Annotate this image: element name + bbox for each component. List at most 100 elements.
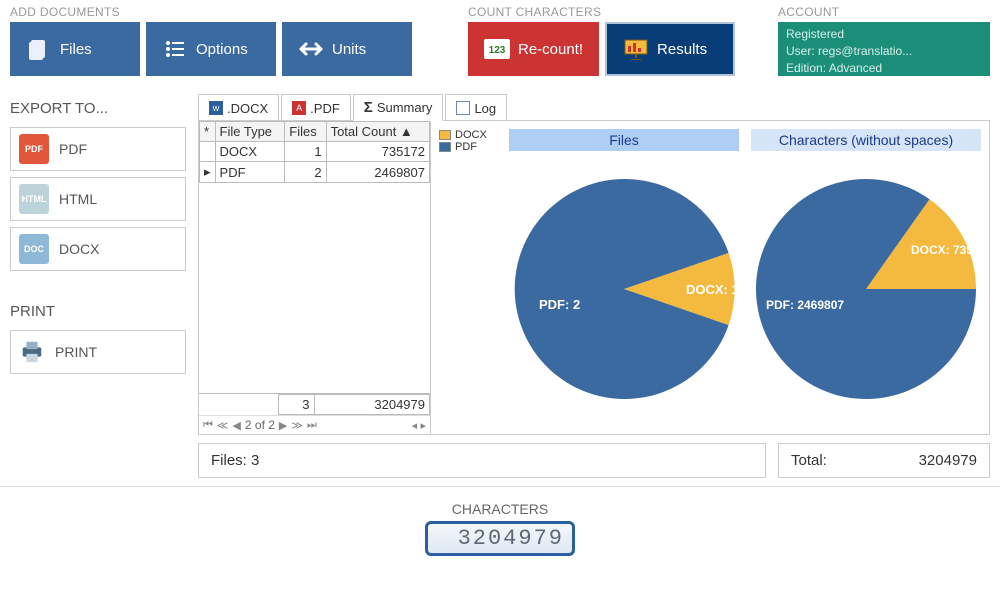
grid-navigator: ⏮ ≪ ◀ 2 of 2 ▶ ≫ ⏭ ◂ ▸ — [199, 415, 430, 434]
pdf-icon: A — [292, 101, 306, 115]
print-button[interactable]: PRINT — [10, 330, 186, 374]
counter-icon: 123 — [484, 36, 510, 62]
slice-label-pdf: PDF: 2 — [539, 297, 580, 312]
pie-files: DOCX: 1 PDF: 2 — [509, 159, 739, 426]
table-row[interactable]: ▸ PDF 2 2469807 — [200, 162, 430, 183]
row-total: 2469807 — [326, 162, 429, 183]
summary-total-label: Total: — [791, 452, 827, 469]
group-count: COUNT CHARACTERS 123 Re-count! Results — [468, 5, 778, 76]
nav-first-icon[interactable]: ⏮ — [203, 419, 213, 432]
chart-chars: Characters (without spaces) — [751, 129, 981, 159]
grid-spacer — [199, 183, 430, 394]
tab-pdf-label: .PDF — [310, 101, 340, 116]
swatch-pdf — [439, 142, 451, 152]
pdf-file-icon: PDF — [19, 134, 49, 164]
tab-log[interactable]: Log — [445, 94, 507, 121]
legend-item: PDF — [439, 141, 509, 153]
units-button[interactable]: Units — [282, 22, 412, 76]
group-label-add: ADD DOCUMENTS — [10, 5, 468, 19]
group-label-account: ACCOUNT — [778, 5, 990, 19]
units-icon — [298, 36, 324, 62]
print-heading: PRINT — [10, 303, 186, 320]
row-files: 2 — [285, 162, 326, 183]
tab-docx[interactable]: w .DOCX — [198, 94, 279, 121]
legend-pdf: PDF — [455, 141, 477, 153]
footer-files: 3 — [278, 395, 314, 415]
col-marker[interactable]: * — [200, 122, 216, 142]
row-marker: ▸ — [200, 162, 216, 183]
nav-last-icon[interactable]: ⏭ — [307, 419, 317, 432]
recount-button-label: Re-count! — [518, 41, 583, 58]
pie-chars: DOCX: 735172 PDF: 2469807 — [751, 159, 981, 426]
slice-label-pdf: PDF: 2469807 — [766, 298, 844, 312]
sigma-icon: Σ — [364, 99, 373, 116]
presentation-icon — [623, 36, 649, 62]
tab-summary[interactable]: Σ Summary — [353, 94, 444, 121]
row-files: 1 — [285, 142, 326, 162]
row-marker — [200, 142, 216, 162]
grid-footer: 3 3204979 — [199, 394, 430, 415]
nav-prev-icon[interactable]: ◀ — [232, 419, 240, 432]
chart-files: Files — [509, 129, 739, 159]
summary-total-value: 3204979 — [919, 452, 977, 469]
footer-total: 3204979 — [314, 395, 430, 415]
tabs: w .DOCX A .PDF Σ Summary Log — [198, 94, 990, 121]
grid-area: * File Type Files Total Count ▲ DOCX 1 7… — [199, 121, 431, 434]
results-button[interactable]: Results — [605, 22, 735, 76]
nav-scroll-right-icon[interactable]: ▸ — [420, 420, 426, 432]
nav-next-icon[interactable]: ▶ — [279, 419, 287, 432]
row-total: 735172 — [326, 142, 429, 162]
slice-label-docx: DOCX: 1 — [686, 282, 739, 297]
row-type: PDF — [215, 162, 285, 183]
summary-files-box: Files: 3 — [198, 443, 766, 478]
center-column: w .DOCX A .PDF Σ Summary Log * — [198, 94, 990, 478]
nav-prev-page-icon[interactable]: ≪ — [217, 419, 229, 432]
summary-table[interactable]: * File Type Files Total Count ▲ DOCX 1 7… — [199, 121, 430, 183]
group-add-documents: ADD DOCUMENTS Files Options Units — [10, 5, 468, 76]
col-file-type[interactable]: File Type — [215, 122, 285, 142]
group-account: ACCOUNT Registered User: regs@translatio… — [778, 5, 990, 76]
export-heading: EXPORT TO... — [10, 100, 186, 117]
account-box[interactable]: Registered User: regs@translatio... Edit… — [778, 22, 990, 76]
nav-position: 2 of 2 — [245, 418, 275, 432]
options-button[interactable]: Options — [146, 22, 276, 76]
docx-file-icon: DOC — [19, 234, 49, 264]
charts-area: DOCX PDF Files Characters (without space… — [431, 121, 989, 434]
tab-pdf[interactable]: A .PDF — [281, 94, 351, 121]
files-icon — [26, 36, 52, 62]
summary-total-box: Total: 3204979 — [778, 443, 990, 478]
export-html-button[interactable]: HTML HTML — [10, 177, 186, 221]
files-button[interactable]: Files — [10, 22, 140, 76]
table-row[interactable]: DOCX 1 735172 — [200, 142, 430, 162]
nav-next-page-icon[interactable]: ≫ — [291, 419, 303, 432]
col-files[interactable]: Files — [285, 122, 326, 142]
counter-display: 3204979 — [425, 521, 575, 556]
export-docx-button[interactable]: DOC DOCX — [10, 227, 186, 271]
nav-scroll-left-icon[interactable]: ◂ — [412, 420, 418, 432]
account-line1: Registered — [786, 26, 982, 43]
export-pdf-label: PDF — [59, 141, 87, 157]
log-icon — [456, 101, 470, 115]
legend: DOCX PDF — [439, 129, 509, 157]
legend-item: DOCX — [439, 129, 509, 141]
print-label: PRINT — [55, 344, 97, 360]
units-button-label: Units — [332, 41, 366, 58]
col-total[interactable]: Total Count ▲ — [326, 122, 429, 142]
chart-chars-title: Characters (without spaces) — [751, 129, 981, 151]
legend-docx: DOCX — [455, 129, 487, 141]
docx-icon: w — [209, 101, 223, 115]
chart-files-title: Files — [509, 129, 739, 151]
tab-docx-label: .DOCX — [227, 101, 268, 116]
slice-label-docx: DOCX: 735172 — [911, 243, 981, 257]
row-type: DOCX — [215, 142, 285, 162]
account-line2: User: regs@translatio... — [786, 43, 982, 60]
summary-files-value: 3 — [251, 452, 259, 469]
results-button-label: Results — [657, 41, 707, 58]
svg-text:123: 123 — [489, 45, 506, 56]
main-row: EXPORT TO... PDF PDF HTML HTML DOC DOCX … — [0, 94, 1000, 478]
export-pdf-button[interactable]: PDF PDF — [10, 127, 186, 171]
separator — [0, 486, 1000, 487]
counter-label: CHARACTERS — [0, 501, 1000, 517]
recount-button[interactable]: 123 Re-count! — [468, 22, 599, 76]
tab-log-label: Log — [474, 101, 496, 116]
